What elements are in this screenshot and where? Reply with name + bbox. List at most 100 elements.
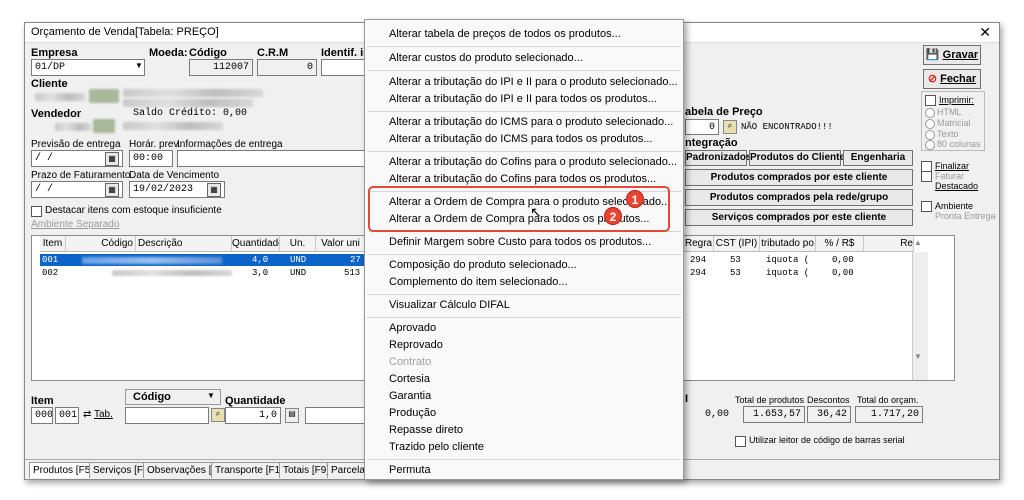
menu-item[interactable]: Repasse direto [389,424,463,436]
menu-item[interactable]: Alterar a tributação do Cofins para todo… [389,173,656,185]
menu-item[interactable]: Produção [389,407,436,419]
cancel-icon: ⊘ [927,73,938,85]
tab-produtos[interactable]: Produtos [F5] [29,462,98,478]
radio-html[interactable] [925,108,935,118]
destacado-label: Destacado [935,181,979,191]
grid-header[interactable]: CST (IPI) [714,236,760,252]
finalizar-label: Finalizar [935,161,970,171]
menu-item[interactable]: Alterar tabela de preços de todos os pro… [389,28,621,40]
menu-item[interactable]: Alterar a tributação do IPI e II para to… [389,93,657,105]
menu-item[interactable]: Reprovado [389,339,443,351]
menu-item[interactable]: Alterar a tributação do ICMS para todos … [389,133,653,145]
menu-item[interactable]: Aprovado [389,322,436,334]
menu-item[interactable]: Complemento do item selecionado... [389,276,568,288]
row-desc-blurred [112,270,232,276]
row-pct: 0,00 [832,268,854,278]
total-orcam-label: Total do orçam. [857,395,919,405]
gravar-label: Gravar [942,49,979,61]
ambiente-separado-link[interactable]: Ambiente Separado [31,219,119,230]
tab-totais[interactable]: Totais [F9] [279,462,334,478]
grid-header[interactable]: Descrição [136,236,232,252]
pronta-entrega-label: Pronta Entrega [935,211,996,221]
comprados-rede-button[interactable]: Produtos comprados pela rede/grupo [685,189,913,206]
destacar-checkbox[interactable] [31,206,42,217]
row-pct: 0,00 [832,255,854,265]
empresa-select[interactable]: 01/DP [31,59,145,76]
gravar-button[interactable]: 💾 Gravar [923,45,981,65]
menu-item[interactable]: Alterar a tributação do Cofins para o pr… [389,156,677,168]
cliente-name-blurred-2 [123,99,253,107]
codigo-field[interactable]: 112007 [189,59,253,76]
menu-item[interactable]: Permuta [389,464,431,476]
print-option: Texto [937,129,959,139]
close-icon[interactable]: ✕ [979,24,991,41]
item-field[interactable]: 000 [31,407,53,424]
engenharia-button[interactable]: Engenharia [843,150,913,166]
codigo-input[interactable] [125,407,209,424]
radio-matricial[interactable] [925,119,935,129]
saldo-credito: Saldo Crédito: 0,00 [133,108,248,119]
calendar-icon[interactable]: ▦ [105,183,119,197]
menu-item[interactable]: Definir Margem sobre Custo para todos os… [389,236,651,248]
fechar-label: Fechar [940,73,977,85]
grid-header[interactable]: Item [40,236,66,252]
row-qtd: 3,0 [252,268,269,278]
item-field-2[interactable]: 001 [55,407,79,424]
fechar-button[interactable]: ⊘ Fechar [923,69,981,89]
codigo-label: Código [189,47,227,59]
window-title: Orçamento de Venda[Tabela: PREÇO] [31,26,219,38]
calendar-icon[interactable]: ▦ [105,152,119,166]
ambiente-label: Ambiente [935,201,974,211]
scroll-up-icon[interactable]: ▲ [914,238,922,247]
grid-header[interactable]: Código [66,236,136,252]
calculator-icon[interactable]: ▤ [285,408,299,423]
grid-header[interactable]: Re [864,236,914,252]
row-un: UND [290,268,307,278]
leitor-checkbox[interactable] [735,436,746,447]
servicos-cliente-button[interactable]: Serviços comprados por este cliente [685,209,913,226]
scroll-down-icon[interactable]: ▼ [914,352,922,361]
calendar-icon[interactable]: ▦ [207,183,221,197]
tab-link[interactable]: ⇄ Tab. [83,409,113,420]
radio-80col[interactable] [925,140,935,150]
comprados-cliente-button[interactable]: Produtos comprados por este cliente [685,169,913,186]
empresa-label: Empresa [31,47,78,59]
print-option: HTML [937,107,962,117]
grid-header[interactable]: % / R$ [816,236,864,252]
grid-header[interactable]: Quantidade [232,236,280,252]
grid-header[interactable]: tributado po [760,236,816,252]
grid-header[interactable]: Regra [684,236,714,252]
menu-item[interactable]: Garantia [389,390,431,402]
menu-item[interactable]: Alterar a tributação do IPI e II para o … [389,76,678,88]
menu-separator [367,46,681,47]
cliente-icon[interactable] [89,89,119,103]
menu-item[interactable]: Trazido pelo cliente [389,441,484,453]
ambiente-checkbox[interactable] [921,201,932,212]
extra-field[interactable] [305,407,365,424]
menu-item[interactable]: Alterar custos do produto selecionado... [389,52,583,64]
lookup-icon[interactable]: ⌕ [211,408,225,422]
menu-item[interactable]: Alterar a tributação do ICMS para o prod… [389,116,673,128]
horar-field[interactable]: 00:00 [129,150,173,167]
quantidade-label: Quantidade [225,395,286,407]
row-un: UND [290,255,307,265]
radio-texto[interactable] [925,130,935,140]
produtos-cliente-button[interactable]: Produtos do Cliente [749,150,845,166]
crm-field[interactable]: 0 [257,59,317,76]
grid-header[interactable]: Un. [280,236,316,252]
faturar-checkbox[interactable] [921,171,932,182]
identif-field[interactable] [321,59,365,76]
tabela-preco-field[interactable]: 0 [685,119,719,135]
grid-header[interactable]: Valor uni [316,236,366,252]
quantidade-field[interactable]: 1,0 [225,407,281,424]
informacoes-field[interactable] [177,150,365,167]
vendedor-icon[interactable] [93,119,115,133]
lookup-icon[interactable]: ⌕ [723,120,737,134]
padronizados-button[interactable]: Padronizados [685,150,752,166]
row-cst: 53 [730,255,741,265]
menu-item[interactable]: Visualizar Cálculo DIFAL [389,299,510,311]
menu-item[interactable]: Composição do produto selecionado... [389,259,577,271]
imprimir-checkbox[interactable] [925,95,936,106]
row-item: 002 [42,268,59,278]
menu-item[interactable]: Cortesia [389,373,430,385]
